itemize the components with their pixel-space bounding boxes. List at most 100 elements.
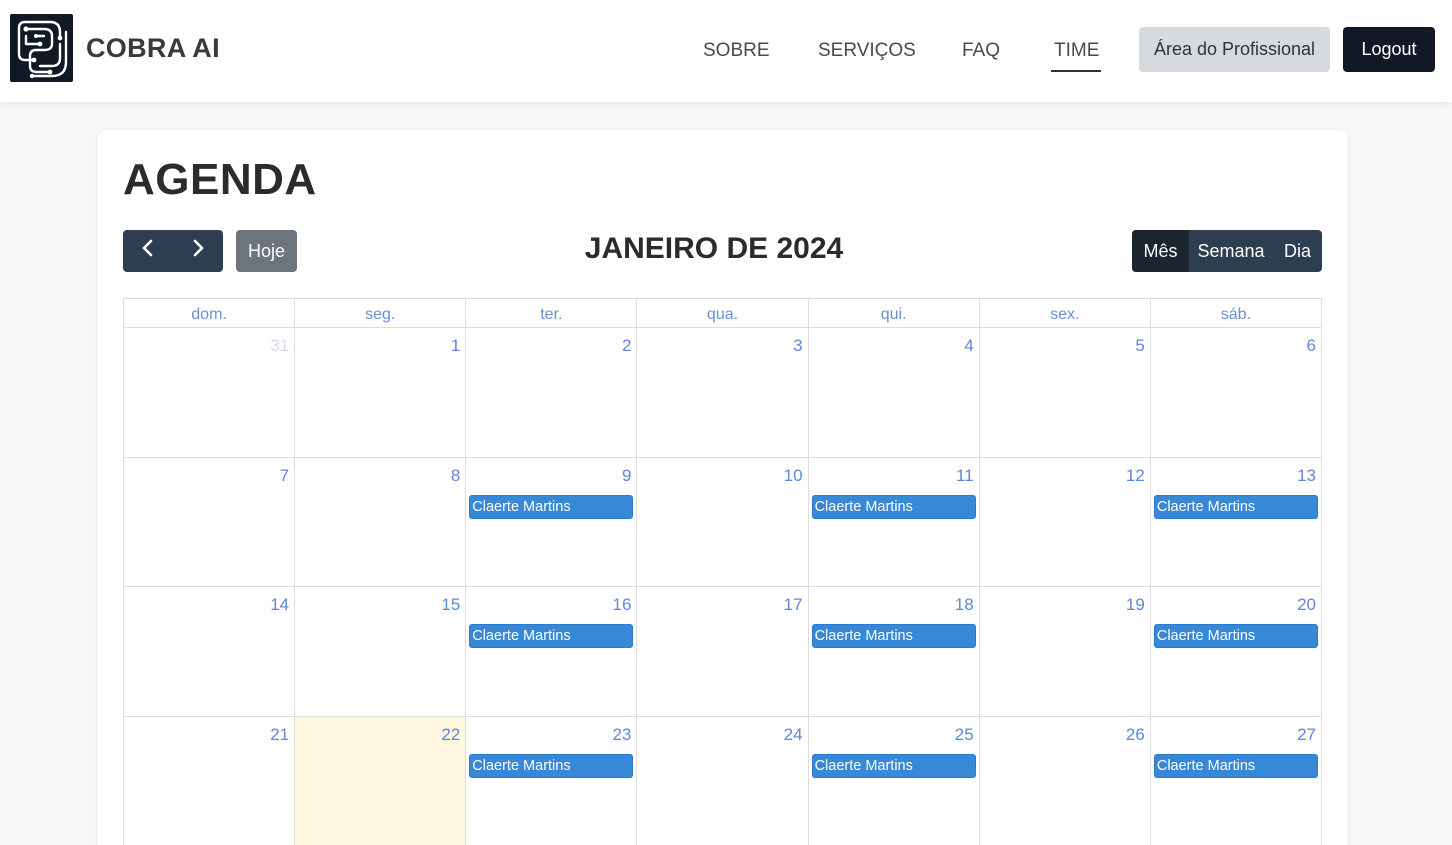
top-navbar: COBRA AI SOBRE SERVIÇOS FAQ TIME Área do… — [0, 0, 1452, 102]
calendar-nav-group — [123, 230, 223, 272]
day-cell[interactable]: 8 — [295, 457, 467, 587]
calendar-event[interactable]: Claerte Martins — [1153, 494, 1318, 519]
weekday-header-row: dom. seg. ter. qua. qui. sex. sáb. — [124, 299, 1322, 328]
day-number[interactable]: 11 — [956, 466, 974, 486]
view-switcher: Mês Semana Dia — [1132, 230, 1322, 272]
calendar-event[interactable]: Claerte Martins — [469, 494, 634, 519]
day-number[interactable]: 26 — [1126, 725, 1145, 745]
day-number[interactable]: 5 — [1135, 336, 1144, 356]
day-number[interactable]: 8 — [451, 466, 460, 486]
weekday-header: qui. — [808, 299, 980, 328]
day-number[interactable]: 22 — [441, 725, 460, 745]
day-cell[interactable]: 12 — [979, 457, 1151, 587]
day-number[interactable]: 18 — [955, 595, 974, 615]
day-number[interactable]: 13 — [1297, 466, 1316, 486]
day-cell[interactable]: 13 Claerte Martins — [1150, 457, 1322, 587]
day-cell[interactable]: 19 — [979, 587, 1151, 717]
day-number[interactable]: 4 — [964, 336, 973, 356]
view-week-button[interactable]: Semana — [1189, 230, 1273, 272]
calendar-event[interactable]: Claerte Martins — [811, 494, 976, 519]
view-month-button[interactable]: Mês — [1132, 230, 1189, 272]
day-cell[interactable]: 24 — [637, 716, 809, 845]
day-number[interactable]: 31 — [270, 336, 289, 356]
page-title: AGENDA — [123, 155, 317, 204]
calendar-event[interactable]: Claerte Martins — [469, 753, 634, 778]
day-number[interactable]: 1 — [451, 336, 460, 356]
weekday-header: ter. — [466, 299, 638, 328]
day-number[interactable]: 25 — [955, 725, 974, 745]
day-number[interactable]: 10 — [784, 466, 803, 486]
snake-circuit-logo-icon[interactable] — [10, 14, 73, 82]
nav-link-sobre[interactable]: SOBRE — [703, 40, 770, 62]
chevron-left-icon — [141, 239, 155, 263]
day-cell[interactable]: 31 — [124, 328, 296, 458]
day-cell[interactable]: 27 Claerte Martins — [1151, 716, 1322, 845]
calendar-week-row: 31 1 2 3 4 5 6 — [124, 328, 1322, 458]
calendar-event[interactable]: Claerte Martins — [811, 753, 976, 778]
day-cell[interactable]: 17 — [637, 587, 809, 717]
day-cell[interactable]: 5 — [979, 328, 1151, 458]
day-cell[interactable]: 1 — [295, 328, 467, 458]
calendar-event[interactable]: Claerte Martins — [811, 624, 976, 648]
day-number[interactable]: 12 — [1126, 466, 1145, 486]
calendar-event[interactable]: Claerte Martins — [469, 624, 634, 648]
day-cell[interactable]: 11 Claerte Martins — [808, 457, 980, 587]
day-number[interactable]: 16 — [613, 595, 632, 615]
day-cell[interactable]: 6 — [1150, 328, 1322, 458]
day-number[interactable]: 7 — [280, 466, 289, 486]
day-cell[interactable]: 25 Claerte Martins — [809, 716, 980, 845]
day-cell[interactable]: 20 Claerte Martins — [1150, 587, 1322, 717]
day-cell[interactable]: 26 — [980, 716, 1151, 845]
month-calendar-grid: dom. seg. ter. qua. qui. sex. sáb. 31 1 2 3… — [123, 298, 1322, 845]
calendar-title: JANEIRO DE 2024 — [584, 232, 844, 265]
day-cell[interactable]: 2 — [466, 328, 638, 458]
day-cell[interactable]: 23 Claerte Martins — [466, 716, 638, 845]
day-number[interactable]: 3 — [793, 336, 802, 356]
view-day-button[interactable]: Dia — [1273, 230, 1322, 272]
day-cell[interactable]: 16 Claerte Martins — [466, 587, 638, 717]
day-number[interactable]: 9 — [622, 466, 631, 486]
day-number[interactable]: 14 — [270, 595, 289, 615]
day-number[interactable]: 27 — [1297, 725, 1316, 745]
calendar-event[interactable]: Claerte Martins — [1153, 624, 1318, 648]
day-cell[interactable]: 7 — [124, 457, 296, 587]
weekday-header: dom. — [124, 299, 296, 328]
calendar-body: 31 1 2 3 4 5 6 7 8 9 Claerte Martins 10 11 Claerte Ma… — [124, 328, 1322, 845]
active-nav-indicator — [1051, 70, 1101, 72]
weekday-header: sáb. — [1150, 299, 1322, 328]
day-number[interactable]: 23 — [613, 725, 632, 745]
calendar-week-row: 21 22 23 Claerte Martins 24 25 Claerte Martins… — [124, 716, 1322, 845]
day-number[interactable]: 24 — [784, 725, 803, 745]
day-cell[interactable]: 14 — [124, 587, 296, 717]
day-cell[interactable]: 9 Claerte Martins — [466, 457, 638, 587]
day-cell[interactable]: 3 — [637, 328, 809, 458]
calendar-week-row: 7 8 9 Claerte Martins 10 11 Claerte Martins 12 1… — [124, 457, 1322, 587]
prev-month-button[interactable] — [123, 230, 173, 272]
nav-link-time[interactable]: TIME — [1054, 40, 1099, 62]
day-number[interactable]: 6 — [1307, 336, 1316, 356]
day-cell-today[interactable]: 22 — [295, 716, 467, 845]
nav-link-faq[interactable]: FAQ — [962, 40, 1000, 62]
calendar-event[interactable]: Claerte Martins — [1153, 753, 1318, 778]
day-number[interactable]: 20 — [1297, 595, 1316, 615]
day-cell[interactable]: 21 — [124, 716, 296, 845]
day-cell[interactable]: 10 — [637, 457, 809, 587]
weekday-header: sex. — [979, 299, 1151, 328]
day-number[interactable]: 19 — [1126, 595, 1145, 615]
next-month-button[interactable] — [173, 230, 223, 272]
logout-button[interactable]: Logout — [1343, 27, 1435, 72]
day-cell[interactable]: 18 Claerte Martins — [808, 587, 980, 717]
professional-area-button[interactable]: Área do Profissional — [1139, 27, 1330, 72]
calendar-week-row: 14 15 16 Claerte Martins 17 18 Claerte Martins… — [124, 587, 1322, 717]
brand-name[interactable]: COBRA AI — [86, 33, 220, 64]
nav-link-servicos[interactable]: SERVIÇOS — [818, 40, 916, 62]
day-number[interactable]: 15 — [441, 595, 460, 615]
day-number[interactable]: 2 — [622, 336, 631, 356]
day-number[interactable]: 17 — [784, 595, 803, 615]
day-number[interactable]: 21 — [270, 725, 289, 745]
weekday-header: qua. — [637, 299, 809, 328]
today-button[interactable]: Hoje — [236, 230, 297, 272]
chevron-right-icon — [191, 239, 205, 263]
day-cell[interactable]: 4 — [808, 328, 980, 458]
day-cell[interactable]: 15 — [295, 587, 467, 717]
